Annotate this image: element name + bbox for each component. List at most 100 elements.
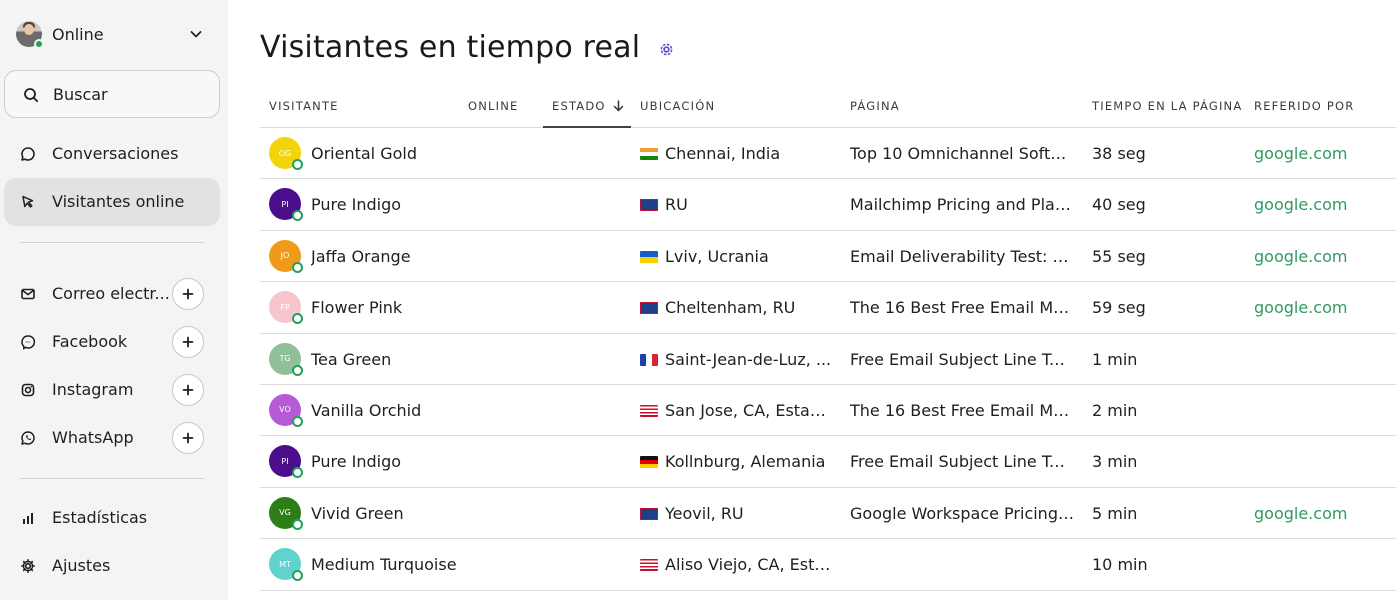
add-instagram-button[interactable] <box>172 374 204 406</box>
table-row[interactable]: OG Oriental Gold Chennai, India Top 10 Omni… <box>260 128 1396 180</box>
flag-uk-icon <box>640 302 658 315</box>
visitor-avatar: TG <box>269 342 303 376</box>
online-status-dot <box>292 467 303 479</box>
gear-icon[interactable] <box>658 41 675 58</box>
column-header-time[interactable]: TIEMPO EN LA PÁGINA <box>1092 99 1242 113</box>
visitor-page[interactable]: Mailchimp Pricing and Plan... <box>850 195 1074 214</box>
online-status-dot <box>292 570 303 582</box>
nav-settings-label: Ajustes <box>52 556 111 575</box>
visitors-table: VISITANTE ONLINE ESTADO UBICACIÓN PÁGINA… <box>260 86 1396 591</box>
visitor-page[interactable]: The 16 Best Free Email Mar... <box>850 298 1074 317</box>
visitor-name[interactable]: Jaffa Orange <box>311 247 461 266</box>
add-email-button[interactable] <box>172 278 204 310</box>
mail-icon <box>21 288 35 300</box>
column-header-referrer[interactable]: REFERIDO POR <box>1254 99 1354 113</box>
visitor-page[interactable]: Top 10 Omnichannel Softw... <box>850 144 1074 163</box>
table-row[interactable]: VG Vivid Green Yeovil, RU Google Workspace … <box>260 488 1396 540</box>
visitor-name[interactable]: Medium Turquoise <box>311 555 461 574</box>
visitor-location: Cheltenham, RU <box>640 298 832 317</box>
visitor-name[interactable]: Tea Green <box>311 350 461 369</box>
channel-facebook-label: Facebook <box>52 332 128 351</box>
column-header-online[interactable]: ONLINE <box>468 99 519 113</box>
visitor-name[interactable]: Flower Pink <box>311 298 461 317</box>
flag-usa-icon <box>640 559 658 572</box>
flag-uk-icon <box>640 507 658 520</box>
channel-facebook[interactable]: Facebook <box>4 318 220 366</box>
visitor-name[interactable]: Vivid Green <box>311 504 461 523</box>
location-text: RU <box>665 195 688 215</box>
sort-arrow-down-icon <box>613 100 623 112</box>
visitor-page[interactable]: Google Workspace Pricing: ... <box>850 504 1074 523</box>
online-status-dot <box>292 261 303 273</box>
visitor-initials: VO <box>279 405 291 415</box>
visitor-referrer[interactable]: google.com <box>1254 298 1384 317</box>
online-status-dot <box>292 415 303 427</box>
table-row[interactable]: PI Pure Indigo Kollnburg, Alemania Free Ema… <box>260 436 1396 488</box>
column-header-page[interactable]: PÁGINA <box>850 99 900 113</box>
column-header-location[interactable]: UBICACIÓN <box>640 99 715 113</box>
table-row[interactable]: TG Tea Green Saint-Jean-de-Luz, ... Free Em… <box>260 334 1396 385</box>
visitor-name[interactable]: Vanilla Orchid <box>311 401 461 420</box>
instagram-icon <box>21 383 35 397</box>
gear-icon <box>21 559 35 573</box>
table-row[interactable]: PI Pure Indigo RU Mailchimp Pricing and Pla… <box>260 179 1396 231</box>
location-text: Saint-Jean-de-Luz, ... <box>665 349 832 369</box>
visitor-page[interactable]: Free Email Subject Line Tes... <box>850 350 1074 369</box>
visitor-referrer[interactable]: google.com <box>1254 144 1384 163</box>
messenger-icon <box>21 335 36 350</box>
visitor-page[interactable]: Free Email Subject Line Tes... <box>850 452 1074 471</box>
visitor-initials: JO <box>280 251 290 261</box>
visitor-avatar: PI <box>269 188 303 222</box>
plus-icon <box>182 432 194 444</box>
channel-instagram[interactable]: Instagram <box>4 366 220 414</box>
online-status-dot <box>292 313 303 325</box>
nav-conversations[interactable]: Conversaciones <box>4 130 220 178</box>
flag-ukraine-icon <box>640 250 658 263</box>
search-button[interactable]: Buscar <box>4 70 220 118</box>
nav-settings[interactable]: Ajustes <box>4 542 220 590</box>
online-status-dot <box>292 210 303 222</box>
table-row[interactable]: MT Medium Turquoise Aliso Viejo, CA, Esta.… <box>260 539 1396 591</box>
channel-whatsapp[interactable]: WhatsApp <box>4 414 220 462</box>
visitor-initials: OG <box>278 148 292 158</box>
visitor-time: 40 seg <box>1092 195 1146 215</box>
chevron-down-icon[interactable] <box>188 26 204 42</box>
table-row[interactable]: FP Flower Pink Cheltenham, RU The 16 Best F… <box>260 282 1396 334</box>
plus-icon <box>182 384 194 396</box>
table-row[interactable]: VO Vanilla Orchid San Jose, CA, Estad... Th… <box>260 385 1396 437</box>
visitor-time: 3 min <box>1092 452 1138 472</box>
visitor-location: Lviv, Ucrania <box>640 247 832 266</box>
online-status-dot <box>292 364 303 376</box>
visitor-time: 38 seg <box>1092 144 1146 163</box>
add-facebook-button[interactable] <box>172 326 204 358</box>
visitor-referrer[interactable]: google.com <box>1254 247 1384 266</box>
sidebar-divider <box>20 242 204 243</box>
visitor-location: Aliso Viejo, CA, Esta... <box>640 555 832 574</box>
visitor-name[interactable]: Pure Indigo <box>311 195 461 214</box>
visitor-time: 55 seg <box>1092 246 1146 266</box>
page-title: Visitantes en tiempo real <box>260 30 641 65</box>
whatsapp-icon <box>21 431 35 445</box>
visitor-page[interactable]: Email Deliverability Test: Th... <box>850 247 1074 266</box>
status-selector[interactable]: Online <box>16 20 208 49</box>
search-label: Buscar <box>53 85 108 104</box>
visitor-time: 10 min <box>1092 555 1148 575</box>
visitor-referrer[interactable]: google.com <box>1254 504 1384 523</box>
nav-online-visitors-label: Visitantes online <box>52 192 185 211</box>
channel-email[interactable]: Correo electr... <box>4 270 220 318</box>
channel-whatsapp-label: WhatsApp <box>52 428 134 447</box>
table-row[interactable]: JO Jaffa Orange Lviv, Ucrania Email Deliver… <box>260 231 1396 283</box>
visitor-name[interactable]: Pure Indigo <box>311 452 461 471</box>
visitor-name[interactable]: Oriental Gold <box>311 144 461 163</box>
nav-online-visitors[interactable]: Visitantes online <box>4 178 220 226</box>
visitor-initials: MT <box>279 559 291 569</box>
column-header-visitor[interactable]: VISITANTE <box>269 99 339 113</box>
add-whatsapp-button[interactable] <box>172 422 204 454</box>
visitor-referrer[interactable]: google.com <box>1254 195 1384 214</box>
visitor-location: Kollnburg, Alemania <box>640 452 832 471</box>
nav-statistics[interactable]: Estadísticas <box>4 494 220 542</box>
visitor-time: 59 seg <box>1092 298 1146 318</box>
column-header-status[interactable]: ESTADO <box>552 99 624 113</box>
visitor-page[interactable]: The 16 Best Free Email Mar... <box>850 401 1074 420</box>
location-text: Yeovil, RU <box>665 503 744 523</box>
